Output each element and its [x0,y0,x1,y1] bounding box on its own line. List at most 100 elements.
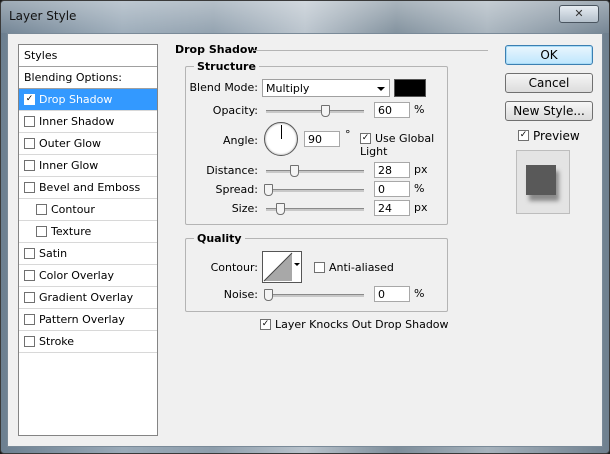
distance-unit: px [414,163,428,176]
check-icon [314,261,325,273]
blend-mode-value: Multiply [266,82,310,95]
close-button[interactable]: ✕ [559,5,599,23]
style-item-inner-glow[interactable]: Inner Glow [19,155,157,177]
style-item-checkbox[interactable] [24,115,35,127]
style-item-stroke[interactable]: Stroke [19,331,157,353]
distance-field[interactable]: 28 [374,162,410,178]
layer-knocks-out-label: Layer Knocks Out Drop Shadow [275,318,449,331]
quality-group: Quality Contour: Anti-aliased Noise: 0 % [185,232,448,312]
style-item-label: Drop Shadow [39,93,113,106]
style-item-label: Stroke [39,335,75,348]
opacity-slider-thumb[interactable] [320,105,330,117]
styles-header[interactable]: Styles [19,45,157,67]
spread-unit: % [414,182,425,195]
anti-aliased-label: Anti-aliased [329,261,394,274]
spread-slider[interactable] [266,189,364,192]
dialog-body: Styles Blending Options: Default ✓ Drop S… [7,33,603,447]
style-item-contour[interactable]: Contour [19,199,157,221]
style-item-label: Inner Glow [39,159,99,172]
blend-mode-label: Blend Mode: [189,81,259,94]
anti-aliased-checkbox[interactable]: Anti-aliased [314,261,394,274]
style-item-checkbox[interactable]: ✓ [24,93,35,105]
contour-label: Contour: [210,261,258,274]
spread-slider-thumb[interactable] [264,184,273,196]
drop-shadow-title: Drop Shadow [172,43,261,56]
preview-square [526,165,556,195]
noise-field[interactable]: 0 [374,286,410,302]
style-item-bevel-and-emboss[interactable]: Bevel and Emboss [19,177,157,199]
size-slider-thumb[interactable] [276,203,285,215]
check-icon: ✓ [360,132,371,144]
style-item-checkbox[interactable] [24,247,35,259]
style-item-checkbox[interactable] [24,159,35,171]
chevron-down-icon [294,263,300,266]
opacity-field[interactable]: 60 [374,102,410,118]
close-icon: ✕ [574,7,584,20]
angle-field[interactable]: 90 [304,131,340,147]
check-icon: ✓ [260,318,271,330]
check-icon: ✓ [518,130,529,141]
opacity-slider[interactable] [266,110,364,113]
cancel-button[interactable]: Cancel [505,73,593,93]
angle-dial[interactable] [264,122,298,156]
style-item-pattern-overlay[interactable]: Pattern Overlay [19,309,157,331]
dialog-title: Layer Style [9,9,77,23]
size-field[interactable]: 24 [374,200,410,216]
layer-knocks-out-checkbox[interactable]: ✓ Layer Knocks Out Drop Shadow [260,318,449,331]
contour-picker[interactable] [262,251,302,283]
opacity-label: Opacity: [212,104,258,117]
style-item-drop-shadow[interactable]: ✓ Drop Shadow [19,89,157,111]
noise-label: Noise: [223,288,258,301]
quality-title: Quality [194,232,245,245]
style-item-label: Texture [51,225,92,238]
distance-slider[interactable] [266,170,364,173]
preview-checkbox[interactable]: ✓ Preview [518,129,580,143]
structure-group: Structure Blend Mode: Multiply Opacity: … [185,60,448,225]
noise-slider-thumb[interactable] [264,289,273,301]
angle-indicator [281,125,282,139]
layer-style-dialog: Layer Style ✕ Styles Blending Options: D… [0,0,610,454]
shadow-color-swatch[interactable] [394,79,426,97]
style-item-color-overlay[interactable]: Color Overlay [19,265,157,287]
use-global-light-checkbox[interactable]: ✓ Use Global Light [360,132,447,158]
style-item-checkbox[interactable] [36,203,47,215]
style-item-label: Color Overlay [39,269,114,282]
style-item-outer-glow[interactable]: Outer Glow [19,133,157,155]
preview-label: Preview [533,129,580,143]
angle-label: Angle: [222,134,258,147]
distance-slider-thumb[interactable] [290,165,299,177]
style-item-checkbox[interactable] [24,269,35,281]
style-item-checkbox[interactable] [24,335,35,347]
style-preview [516,150,570,214]
style-item-texture[interactable]: Texture [19,221,157,243]
ok-button[interactable]: OK [505,45,593,65]
style-item-inner-shadow[interactable]: Inner Shadow [19,111,157,133]
noise-slider[interactable] [266,294,364,297]
spread-field[interactable]: 0 [374,181,410,197]
style-item-label: Pattern Overlay [39,313,125,326]
title-bar[interactable]: Layer Style ✕ [1,1,609,33]
style-item-checkbox[interactable] [24,313,35,325]
noise-unit: % [414,287,425,300]
spread-label: Spread: [215,183,258,196]
size-unit: px [414,201,428,214]
blending-options-item[interactable]: Blending Options: Default [19,67,157,106]
chevron-down-icon [377,87,385,91]
style-item-checkbox[interactable] [24,291,35,303]
contour-curve-icon [263,252,293,282]
structure-title: Structure [194,60,259,73]
opacity-unit: % [414,103,425,116]
style-item-label: Bevel and Emboss [39,181,141,194]
distance-label: Distance: [206,164,258,177]
style-item-label: Inner Shadow [39,115,115,128]
new-style-button[interactable]: New Style... [505,101,593,121]
style-item-label: Contour [51,203,95,216]
style-item-checkbox[interactable] [24,181,35,193]
style-item-gradient-overlay[interactable]: Gradient Overlay [19,287,157,309]
style-item-checkbox[interactable] [36,225,47,237]
blend-mode-select[interactable]: Multiply [262,79,390,97]
style-item-satin[interactable]: Satin [19,243,157,265]
angle-unit: ° [345,128,351,141]
styles-list: Styles Blending Options: Default ✓ Drop S… [18,44,158,436]
style-item-checkbox[interactable] [24,137,35,149]
